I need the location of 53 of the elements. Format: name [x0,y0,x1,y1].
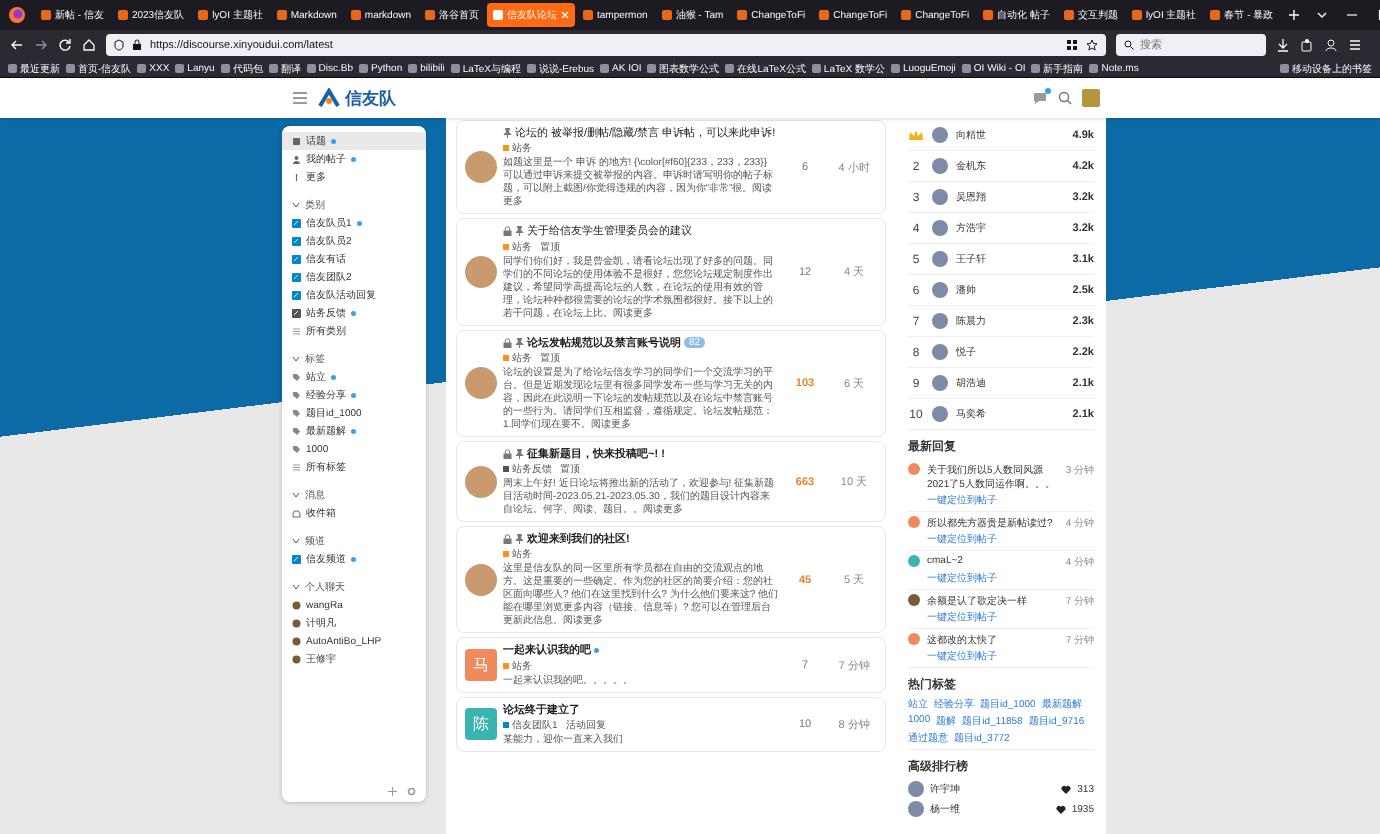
settings-icon[interactable] [407,787,416,796]
bookmark-icon [137,64,147,73]
page-icon [983,10,994,20]
search-icon[interactable] [1058,91,1072,105]
firefox-icon[interactable] [8,6,26,24]
user-avatar[interactable] [908,594,920,606]
bookmark-icon [8,64,17,73]
close-icon[interactable] [561,11,569,19]
bookmark-icon [175,64,185,73]
bookmark-icon [1089,64,1099,73]
page-icon [350,10,361,20]
page-icon [117,10,128,20]
topics-icon [292,136,301,146]
bookmark-icon [359,64,369,73]
page-icon [493,10,503,20]
back-arrow-icon[interactable] [10,38,24,52]
chat-bubble-icon[interactable] [1032,91,1048,105]
page-icon [583,10,593,20]
page-icon [276,10,287,20]
page-icon [1210,10,1221,20]
page-icon [737,10,748,20]
lock-icon [132,39,142,51]
bookmark-icon [1031,64,1041,73]
bookmark-icon [66,64,75,73]
forward-arrow-icon[interactable] [34,38,48,52]
site-logo-text[interactable]: 信友队 [345,86,396,110]
page-icon [425,10,435,20]
page-icon [1063,10,1074,20]
reload-icon[interactable] [58,38,72,52]
bookmark-icon [600,64,610,73]
bookmark-icon [408,64,418,73]
page-icon [901,10,912,20]
bookmark-icon [306,64,316,73]
bookmark-icon [450,64,460,73]
page-icon [661,10,672,20]
page-icon [41,10,51,20]
bookmark-icon [961,64,971,73]
page-icon [198,10,209,20]
bookmark-icon [891,64,900,73]
bookmark-icon [268,64,278,73]
bookmark-icon [647,64,657,73]
bookmark-icon [527,64,536,73]
bookmark-icon [811,64,821,73]
chevron-down-icon[interactable] [1316,9,1329,21]
home-icon[interactable] [82,38,96,52]
logo-mark-icon [318,88,340,108]
grid-icon[interactable] [1066,39,1078,51]
download-icon[interactable] [1276,38,1290,52]
page-icon [819,10,830,20]
page-icon [1131,10,1142,20]
bookmark-icon [220,64,230,73]
bookmark-icon [725,64,735,73]
user-icon [292,154,301,164]
